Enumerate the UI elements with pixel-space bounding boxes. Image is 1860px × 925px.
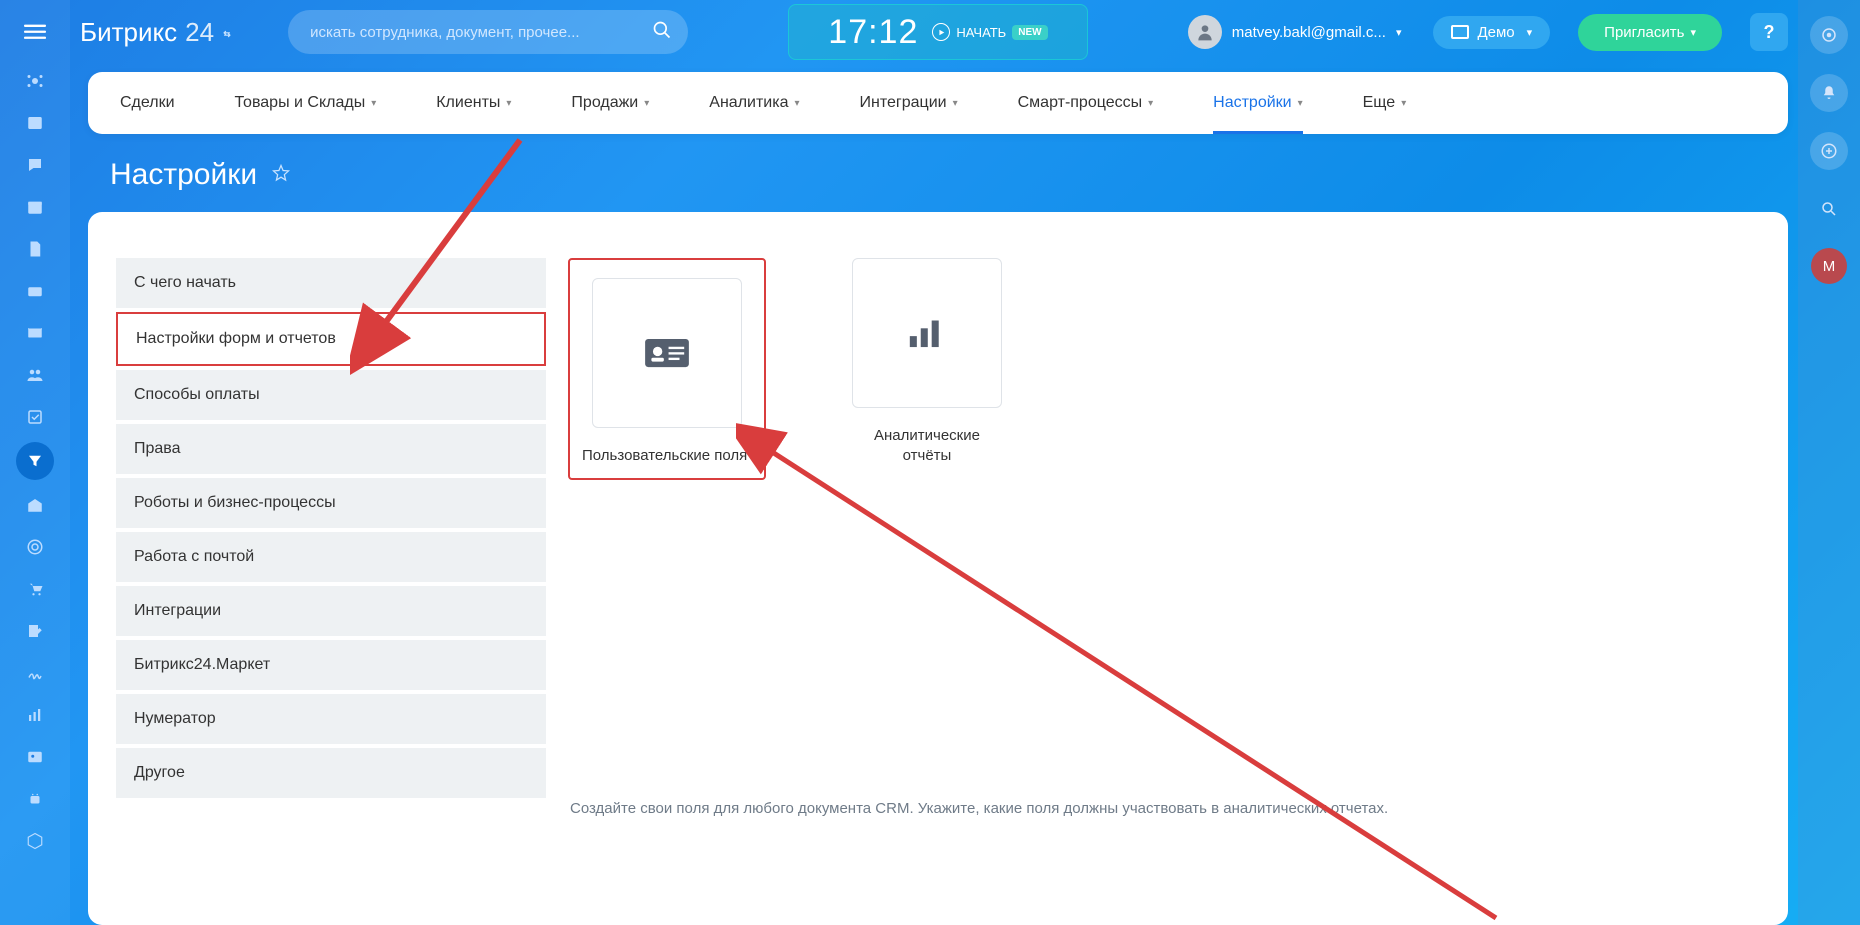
chat-icon[interactable] <box>15 148 55 182</box>
mail-icon[interactable] <box>15 316 55 350</box>
nav-tabs: Сделки Товары и Склады▾ Клиенты▾ Продажи… <box>88 72 1788 134</box>
drive-icon[interactable] <box>15 274 55 308</box>
settings-menu-item-mail[interactable]: Работа с почтой <box>116 532 546 582</box>
screen-icon <box>1451 25 1469 39</box>
settings-menu-item-start[interactable]: С чего начать <box>116 258 546 308</box>
demo-label: Демо <box>1477 24 1514 41</box>
settings-menu-item-forms-reports[interactable]: Настройки форм и отчетов <box>116 312 546 366</box>
search-rail-icon[interactable] <box>1810 190 1848 228</box>
settings-menu-item-integrations[interactable]: Интеграции <box>116 586 546 636</box>
nav-tab-smart-processes[interactable]: Смарт-процессы▾ <box>1018 72 1154 134</box>
warehouse-icon[interactable] <box>15 488 55 522</box>
page-title-row: Настройки <box>70 134 1798 212</box>
clock-new-badge: NEW <box>1012 25 1047 40</box>
settings-menu-item-numerator[interactable]: Нумератор <box>116 694 546 744</box>
cube-icon[interactable] <box>15 824 55 858</box>
invite-label: Пригласить <box>1604 24 1684 41</box>
chevron-down-icon: ▾ <box>1396 26 1402 39</box>
calendar-icon[interactable] <box>15 190 55 224</box>
main-column: Битрикс 24 17:12 НАЧАТЬ NEW matvey.bakl@… <box>70 0 1798 925</box>
bar-chart-icon <box>852 258 1002 408</box>
help-button[interactable]: ? <box>1750 13 1788 51</box>
search-icon[interactable] <box>652 20 676 44</box>
search-input[interactable] <box>288 10 688 54</box>
left-rail <box>0 0 70 925</box>
demo-button[interactable]: Демо ▾ <box>1433 16 1550 49</box>
clock-time: 17:12 <box>828 13 918 52</box>
search-container <box>288 10 688 54</box>
invite-button[interactable]: Пригласить ▾ <box>1578 14 1722 51</box>
page-title: Настройки <box>110 158 257 192</box>
right-rail: M <box>1798 0 1860 925</box>
filter-icon[interactable] <box>16 442 54 480</box>
description-text: Создайте свои поля для любого документа … <box>568 800 1760 817</box>
nav-tab-more[interactable]: Еще▾ <box>1363 72 1407 134</box>
settings-menu-item-other[interactable]: Другое <box>116 748 546 798</box>
brand-suffix: 24 <box>185 17 214 48</box>
nav-tab-products[interactable]: Товары и Склады▾ <box>235 72 377 134</box>
contact-card-icon[interactable] <box>15 740 55 774</box>
calendar-day-icon[interactable] <box>15 106 55 140</box>
settings-menu-item-market[interactable]: Битрикс24.Маркет <box>116 640 546 690</box>
avatar-icon <box>1188 15 1222 49</box>
tile-label: Аналитические отчёты <box>852 426 1002 467</box>
tile-custom-fields[interactable]: Пользовательские поля <box>568 258 766 480</box>
nav-tab-clients[interactable]: Клиенты▾ <box>436 72 511 134</box>
android-icon[interactable] <box>15 782 55 816</box>
settings-menu-item-robots[interactable]: Роботы и бизнес-процессы <box>116 478 546 528</box>
tiles-area: Пользовательские поля Аналитические отчё… <box>546 258 1760 897</box>
arrows-icon[interactable] <box>1810 132 1848 170</box>
clock-start-button[interactable]: НАЧАТЬ NEW <box>932 23 1047 41</box>
sign-icon[interactable] <box>15 656 55 690</box>
people-icon[interactable] <box>15 358 55 392</box>
brand-settings-icon[interactable] <box>220 17 234 48</box>
nav-tab-analytics[interactable]: Аналитика▾ <box>709 72 799 134</box>
activity-stream-icon[interactable] <box>15 64 55 98</box>
top-bar: Битрикс 24 17:12 НАЧАТЬ NEW matvey.bakl@… <box>70 0 1798 64</box>
target-icon[interactable] <box>15 530 55 564</box>
annotation-arrow-2 <box>736 418 1516 925</box>
settings-menu: С чего начать Настройки форм и отчетов С… <box>116 258 546 897</box>
nav-tab-settings[interactable]: Настройки▾ <box>1213 72 1302 134</box>
settings-menu-item-permissions[interactable]: Права <box>116 424 546 474</box>
brand-name: Битрикс <box>80 17 177 48</box>
edit-list-icon[interactable] <box>15 614 55 648</box>
checkbox-icon[interactable] <box>15 400 55 434</box>
play-icon <box>932 23 950 41</box>
chevron-down-icon: ▾ <box>1527 26 1533 39</box>
brand-logo[interactable]: Битрикс 24 <box>80 17 234 48</box>
bell-icon[interactable] <box>1810 74 1848 112</box>
hamburger-menu-button[interactable] <box>15 12 55 52</box>
star-icon[interactable] <box>271 163 291 188</box>
nav-tab-integrations[interactable]: Интеграции▾ <box>860 72 958 134</box>
cart-icon[interactable] <box>15 572 55 606</box>
clock-widget[interactable]: 17:12 НАЧАТЬ NEW <box>788 4 1088 60</box>
tile-analytic-reports[interactable]: Аналитические отчёты <box>852 258 1002 480</box>
nav-tab-sales[interactable]: Продажи▾ <box>571 72 649 134</box>
settings-menu-item-payment[interactable]: Способы оплаты <box>116 370 546 420</box>
clock-start-label: НАЧАТЬ <box>956 25 1006 40</box>
stats-icon[interactable] <box>15 698 55 732</box>
user-menu[interactable]: matvey.bakl@gmail.c... ▾ <box>1188 15 1402 49</box>
avatar-badge[interactable]: M <box>1811 248 1847 284</box>
content-panel: С чего начать Настройки форм и отчетов С… <box>88 212 1788 925</box>
user-email: matvey.bakl@gmail.c... <box>1232 24 1386 41</box>
id-card-icon <box>592 278 742 428</box>
tile-label: Пользовательские поля <box>582 446 752 466</box>
copilot-icon[interactable] <box>1810 16 1848 54</box>
nav-tab-deals[interactable]: Сделки <box>120 72 175 134</box>
document-icon[interactable] <box>15 232 55 266</box>
chevron-down-icon: ▾ <box>1690 26 1696 39</box>
